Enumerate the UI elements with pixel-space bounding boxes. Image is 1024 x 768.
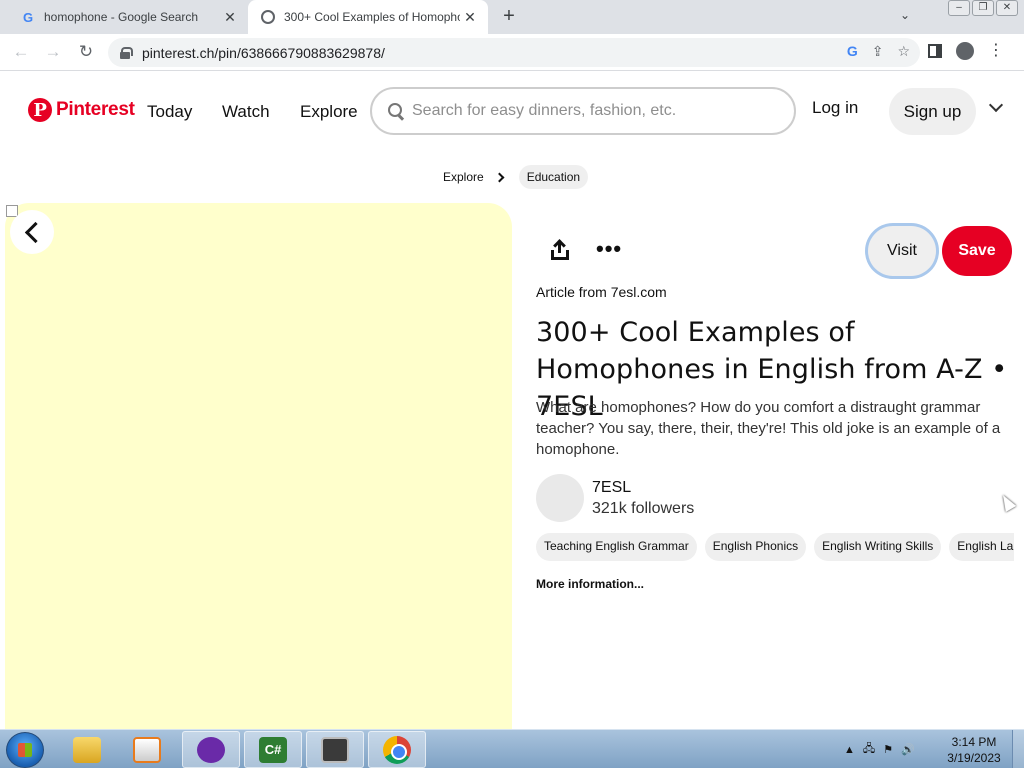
start-button[interactable] <box>6 732 44 768</box>
clock-time: 3:14 PM <box>951 735 997 749</box>
lock-icon[interactable] <box>120 46 133 59</box>
chrome-icon[interactable] <box>368 731 426 768</box>
tag-chip[interactable]: English Language <box>949 533 1014 561</box>
reload-icon[interactable]: ↻ <box>75 42 97 64</box>
globe-icon <box>260 9 276 25</box>
tab-search-chevron-icon[interactable]: ⌄ <box>896 8 914 26</box>
tab-title: 300+ Cool Examples of Homophones <box>284 10 460 24</box>
search-bar[interactable] <box>370 87 796 135</box>
tab-google-search[interactable]: G homophone - Google Search ✕ <box>8 0 248 34</box>
chevron-down-icon[interactable] <box>988 100 1004 116</box>
system-tray: ▲ 🖧 ⚑ 🔊 <box>844 730 915 768</box>
mask-app-icon[interactable] <box>182 731 240 768</box>
address-bar[interactable]: pinterest.ch/pin/638666790883629878/ G ⇪… <box>108 38 920 67</box>
flag-icon[interactable]: ⚑ <box>883 743 893 756</box>
tag-chip[interactable]: English Phonics <box>704 533 807 561</box>
close-tab-icon[interactable]: ✕ <box>220 9 240 26</box>
article-prefix: Article from <box>536 284 607 300</box>
share-icon[interactable] <box>548 238 572 262</box>
pinterest-header: P Pinterest Today Watch Explore Log in S… <box>0 72 1024 152</box>
search-icon <box>388 103 404 119</box>
author-avatar[interactable] <box>536 474 584 522</box>
author-followers: 321k followers <box>592 500 695 517</box>
article-domain-link[interactable]: 7esl.com <box>611 284 667 300</box>
nav-explore[interactable]: Explore <box>300 102 358 122</box>
login-button[interactable]: Log in <box>812 98 858 118</box>
share-page-icon[interactable]: ⇪ <box>872 43 884 60</box>
back-button[interactable] <box>10 210 54 254</box>
tag-chip[interactable]: English Writing Skills <box>814 533 942 561</box>
volume-icon[interactable]: 🔊 <box>901 743 915 756</box>
back-arrow-icon[interactable]: ← <box>10 42 32 64</box>
profile-avatar-icon[interactable] <box>956 42 974 60</box>
nav-watch[interactable]: Watch <box>222 102 270 122</box>
pin-description: What are homophones? How do you comfort … <box>536 399 1001 458</box>
omnibox-actions: G ⇪ ☆ <box>847 43 910 60</box>
csharp-icon[interactable]: C# <box>244 731 302 768</box>
browser-tab-strip: G homophone - Google Search ✕ 300+ Cool … <box>0 0 1024 34</box>
logo-text: Pinterest <box>56 99 135 120</box>
breadcrumb: Explore Education <box>443 165 589 189</box>
nav-today[interactable]: Today <box>147 102 192 122</box>
save-button[interactable]: Save <box>942 226 1012 276</box>
windows-taskbar: C# ▲ 🖧 ⚑ 🔊 3:14 PM 3/19/2023 <box>0 729 1024 768</box>
window-controls: – ❐ ✕ <box>948 0 1018 16</box>
author-name[interactable]: 7ESL <box>592 479 631 497</box>
share-tray <box>551 250 569 260</box>
more-options-icon[interactable]: ••• <box>596 238 622 260</box>
google-lens-icon[interactable]: G <box>847 43 858 60</box>
new-tab-button[interactable]: + <box>498 6 520 28</box>
chevron-right-icon <box>494 172 505 182</box>
minimize-button[interactable]: – <box>948 0 970 16</box>
close-tab-icon[interactable]: ✕ <box>460 9 480 26</box>
tag-list: Teaching English Grammar English Phonics… <box>536 533 1014 561</box>
pin-image[interactable] <box>5 203 512 743</box>
clock-date: 3/19/2023 <box>947 751 1001 765</box>
side-panel-icon[interactable] <box>928 44 942 58</box>
clock[interactable]: 3:14 PM 3/19/2023 <box>944 734 1004 766</box>
breadcrumb-explore[interactable]: Explore <box>443 170 484 184</box>
breadcrumb-education[interactable]: Education <box>518 165 589 189</box>
mouse-cursor-icon <box>997 492 1017 512</box>
bookmark-star-icon[interactable]: ☆ <box>897 43 910 60</box>
monitor-app-icon[interactable] <box>306 731 364 768</box>
tab-pinterest-pin[interactable]: 300+ Cool Examples of Homophones ✕ <box>248 0 488 34</box>
url-text[interactable]: pinterest.ch/pin/638666790883629878/ <box>142 45 385 61</box>
tray-expand-icon[interactable]: ▲ <box>844 744 855 756</box>
restore-button[interactable]: ❐ <box>972 0 994 16</box>
tab-title: homophone - Google Search <box>44 10 199 24</box>
forward-arrow-icon[interactable]: → <box>42 42 64 64</box>
media-player-icon[interactable] <box>118 731 176 768</box>
tag-chip[interactable]: Teaching English Grammar <box>536 533 697 561</box>
chrome-menu-icon[interactable]: ⋮ <box>988 43 1004 59</box>
visit-button[interactable]: Visit <box>868 226 936 276</box>
network-icon[interactable]: 🖧 <box>863 740 875 759</box>
search-input[interactable] <box>412 102 772 120</box>
toolbar-right: ⋮ <box>928 42 1004 60</box>
more-information-link[interactable]: More information... <box>536 577 644 591</box>
close-window-button[interactable]: ✕ <box>996 0 1018 16</box>
article-source: Article from 7esl.com <box>536 284 667 300</box>
signup-button[interactable]: Sign up <box>889 88 976 135</box>
show-desktop-button[interactable] <box>1012 730 1024 768</box>
google-g-icon: G <box>22 9 34 25</box>
explorer-icon[interactable] <box>58 731 116 768</box>
pinterest-logo[interactable]: P Pinterest <box>28 98 135 122</box>
browser-toolbar: ← → ↻ pinterest.ch/pin/63866679088362987… <box>0 34 1024 71</box>
pinterest-logo-icon: P <box>28 98 52 122</box>
